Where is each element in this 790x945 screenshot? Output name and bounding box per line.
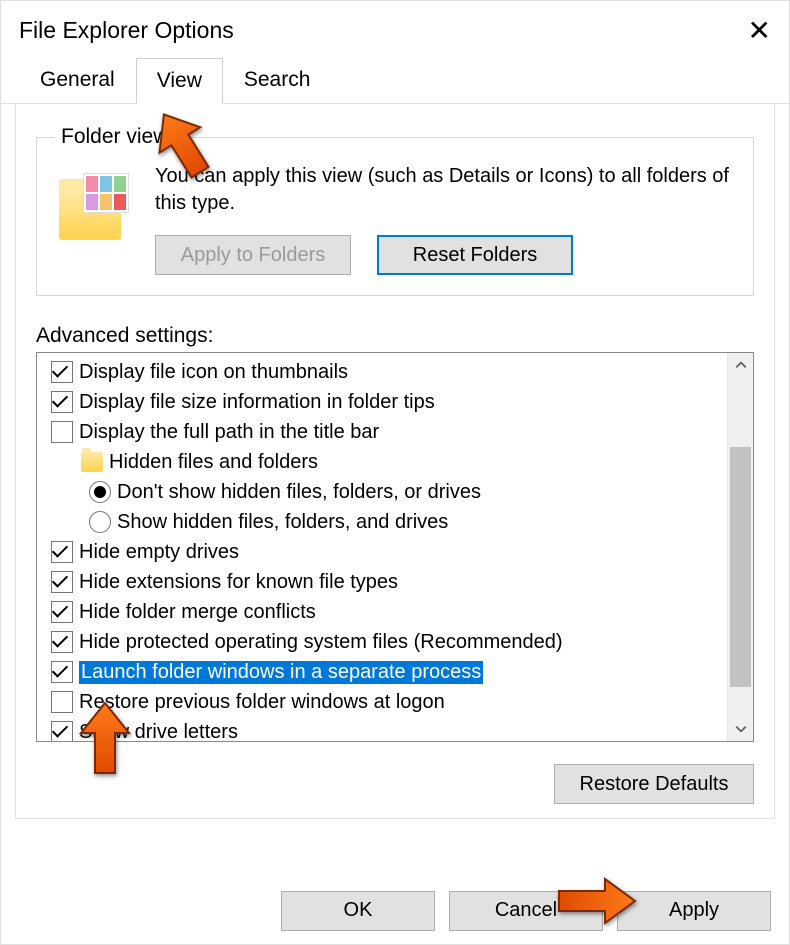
tree-row[interactable]: Restore previous folder windows at logon [37, 687, 727, 717]
tree-row-label: Display file icon on thumbnails [79, 361, 348, 384]
close-icon[interactable]: ✕ [748, 14, 771, 47]
checkbox[interactable] [51, 361, 73, 383]
tree-row-label: Don't show hidden files, folders, or dri… [117, 481, 481, 504]
advanced-settings-tree: Display file icon on thumbnails Display f… [36, 352, 754, 742]
cancel-button[interactable]: Cancel [449, 891, 603, 931]
tab-panel-view: Folder views You can apply this view (su… [15, 103, 775, 819]
checkbox[interactable] [51, 661, 73, 683]
scrollbar[interactable] [727, 353, 753, 741]
tree-row-label: Restore previous folder windows at logon [79, 691, 445, 714]
tree-row[interactable]: Hide empty drives [37, 537, 727, 567]
tree-row[interactable]: Hide extensions for known file types [37, 567, 727, 597]
tree-row-label: Hide folder merge conflicts [79, 601, 316, 624]
folder-views-icon [55, 169, 135, 244]
tree-row[interactable]: Display the full path in the title bar [37, 417, 727, 447]
folder-views-text: You can apply this view (such as Details… [155, 163, 735, 217]
folder-views-group: Folder views You can apply this view (su… [36, 125, 754, 296]
tab-general[interactable]: General [19, 57, 136, 103]
checkbox[interactable] [51, 631, 73, 653]
tree-row[interactable]: Hide folder merge conflicts [37, 597, 727, 627]
reset-folders-button[interactable]: Reset Folders [377, 235, 573, 275]
tree-row[interactable]: Hide protected operating system files (R… [37, 627, 727, 657]
checkbox[interactable] [51, 721, 73, 741]
folder-icon [81, 451, 103, 473]
apply-button[interactable]: Apply [617, 891, 771, 931]
dialog-button-bar: OK Cancel Apply [1, 876, 789, 944]
tree-row[interactable]: Show drive letters [37, 717, 727, 741]
scroll-thumb[interactable] [730, 447, 751, 687]
folder-views-legend: Folder views [55, 125, 185, 149]
radio-button[interactable] [89, 511, 111, 533]
radio-button[interactable] [89, 481, 111, 503]
title-bar: File Explorer Options ✕ [1, 1, 789, 57]
scroll-up-icon[interactable] [728, 353, 753, 377]
tree-row-label: Show hidden files, folders, and drives [117, 511, 448, 534]
tab-strip: General View Search [1, 57, 789, 104]
tree-row-label: Show drive letters [79, 721, 238, 742]
tree-row[interactable]: Show hidden files, folders, and drives [37, 507, 727, 537]
checkbox[interactable] [51, 391, 73, 413]
tree-row-label: Launch folder windows in a separate proc… [79, 661, 483, 684]
apply-to-folders-button: Apply to Folders [155, 235, 351, 275]
tree-row[interactable]: Hidden files and folders [37, 447, 727, 477]
checkbox[interactable] [51, 541, 73, 563]
tree-row-label: Hide extensions for known file types [79, 571, 398, 594]
restore-defaults-button[interactable]: Restore Defaults [554, 764, 754, 804]
tree-row[interactable]: Launch folder windows in a separate proc… [37, 657, 727, 687]
checkbox[interactable] [51, 601, 73, 623]
tree-row[interactable]: Display file size information in folder … [37, 387, 727, 417]
tab-search[interactable]: Search [223, 57, 332, 103]
tree-row-label: Display the full path in the title bar [79, 421, 379, 444]
tree-row-label: Hide protected operating system files (R… [79, 631, 563, 654]
scroll-down-icon[interactable] [728, 717, 753, 741]
tree-row-label: Hide empty drives [79, 541, 239, 564]
checkbox[interactable] [51, 691, 73, 713]
tree-row-label: Display file size information in folder … [79, 391, 435, 414]
tree-row[interactable]: Display file icon on thumbnails [37, 357, 727, 387]
ok-button[interactable]: OK [281, 891, 435, 931]
advanced-settings-label: Advanced settings: [36, 324, 754, 348]
tab-view[interactable]: View [136, 58, 223, 104]
tree-row[interactable]: Don't show hidden files, folders, or dri… [37, 477, 727, 507]
tree-row-label: Hidden files and folders [109, 451, 318, 474]
checkbox[interactable] [51, 571, 73, 593]
window-title: File Explorer Options [19, 17, 234, 44]
checkbox[interactable] [51, 421, 73, 443]
